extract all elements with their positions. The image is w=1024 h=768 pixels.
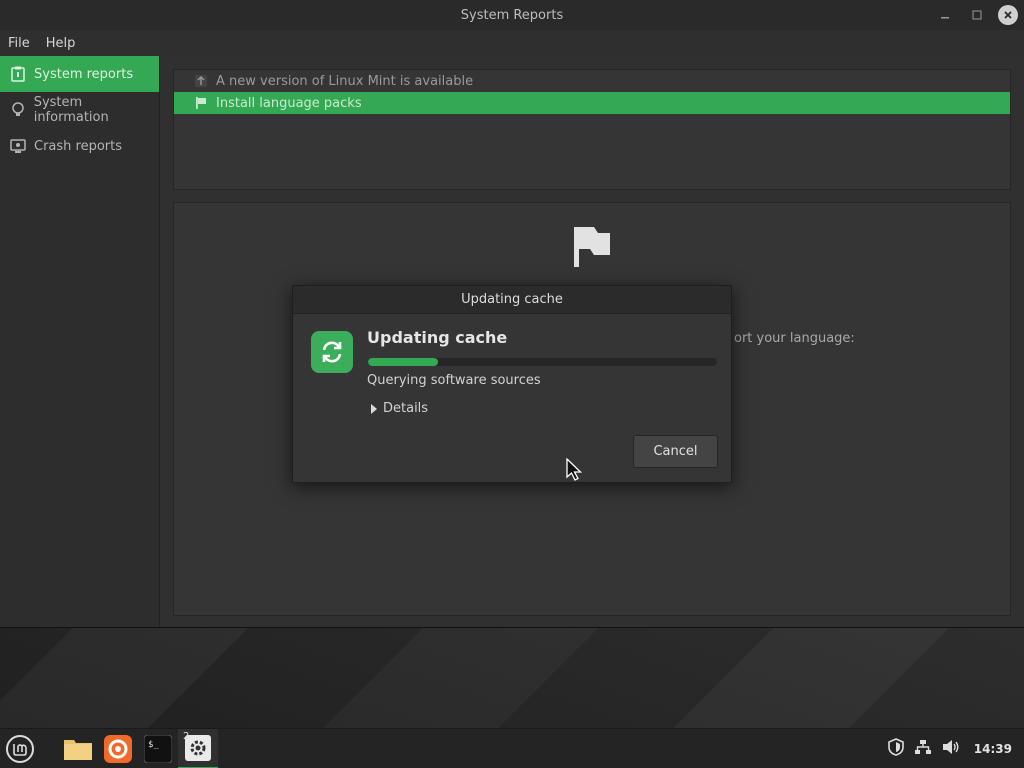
- details-label: Details: [383, 401, 429, 416]
- report-row-language-packs[interactable]: Install language packs: [174, 92, 1010, 114]
- progress-fill: [368, 358, 438, 366]
- refresh-icon: [311, 331, 353, 373]
- language-support-text: ort your language:: [734, 331, 855, 346]
- volume-icon[interactable]: [942, 739, 960, 759]
- minimize-button[interactable]: [934, 4, 956, 26]
- report-list: A new version of Linux Mint is available…: [173, 69, 1011, 190]
- sidebar-item-label: System information: [33, 95, 109, 125]
- network-icon[interactable]: [914, 739, 932, 759]
- taskbar-terminal[interactable]: $_: [138, 729, 178, 768]
- menu-help[interactable]: Help: [46, 36, 76, 51]
- taskbar-system-settings[interactable]: 2: [178, 728, 218, 768]
- sidebar-item-system-information[interactable]: System information: [0, 92, 159, 128]
- sidebar-item-crash-reports[interactable]: Crash reports: [0, 128, 159, 164]
- progress-bar: [368, 358, 717, 366]
- sidebar-item-label: System reports: [34, 66, 134, 82]
- clock[interactable]: 14:39: [974, 742, 1012, 756]
- mint-logo-icon: [6, 734, 34, 763]
- dialog-title: Updating cache: [293, 286, 731, 314]
- maximize-button[interactable]: [966, 4, 988, 26]
- progress-status: Querying software sources: [367, 373, 541, 388]
- sidebar: System reports System information Crash …: [0, 56, 160, 627]
- shield-icon[interactable]: [887, 738, 904, 760]
- close-icon: [1004, 11, 1012, 19]
- taskbar: $_ 2 14:39: [0, 728, 1024, 768]
- window-title: System Reports: [460, 7, 564, 23]
- minimize-icon: [941, 17, 949, 19]
- maximize-icon: [972, 10, 982, 20]
- window-count-badge: 2: [183, 730, 190, 742]
- expander-arrow-icon: [371, 403, 377, 414]
- flag-icon: [572, 225, 612, 273]
- sidebar-item-label: Crash reports: [34, 138, 123, 154]
- firefox-icon: [104, 734, 132, 763]
- taskbar-firefox[interactable]: [98, 729, 138, 768]
- updating-cache-dialog: Updating cache Updating cache Querying s…: [292, 285, 732, 483]
- report-icon: [10, 66, 26, 82]
- flag-icon: [194, 96, 208, 110]
- cancel-button[interactable]: Cancel: [633, 435, 718, 468]
- mint-menu-button[interactable]: [0, 729, 40, 768]
- system-tray: 14:39: [887, 729, 1024, 768]
- titlebar[interactable]: System Reports: [0, 0, 1024, 30]
- menu-file[interactable]: File: [8, 36, 30, 51]
- mouse-cursor-icon: [566, 457, 584, 486]
- taskbar-files[interactable]: [58, 729, 98, 768]
- close-button[interactable]: [998, 5, 1018, 25]
- upgrade-arrow-icon: [194, 74, 208, 88]
- monitor-bug-icon: [10, 138, 26, 154]
- terminal-icon: $_: [144, 734, 172, 763]
- svg-text:$_: $_: [148, 740, 159, 750]
- files-icon: [64, 739, 92, 760]
- lightbulb-icon: [10, 102, 26, 118]
- sidebar-item-system-reports[interactable]: System reports: [0, 56, 159, 92]
- report-row-mint-upgrade[interactable]: A new version of Linux Mint is available: [174, 70, 1010, 92]
- report-label: Install language packs: [216, 95, 362, 111]
- menubar: File Help: [0, 30, 1024, 56]
- dialog-heading: Updating cache: [367, 328, 508, 347]
- details-expander[interactable]: Details: [371, 401, 428, 416]
- report-label: A new version of Linux Mint is available: [216, 73, 474, 89]
